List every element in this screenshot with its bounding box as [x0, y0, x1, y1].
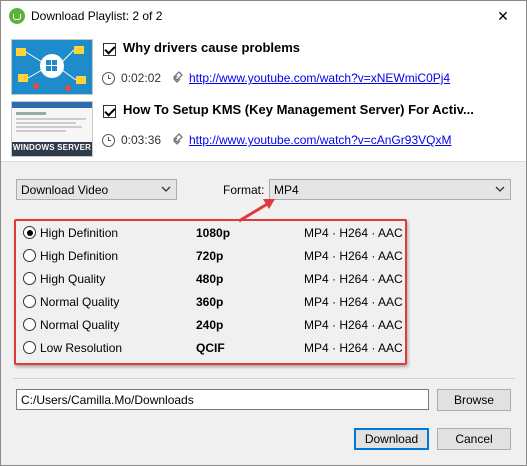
quality-format: MP4 · H264 · AAC	[304, 249, 403, 263]
quality-option[interactable]: High Definition 1080p MP4 · H264 · AAC	[23, 223, 403, 243]
quality-option[interactable]: High Definition 720p MP4 · H264 · AAC	[23, 246, 403, 266]
quality-format: MP4 · H264 · AAC	[304, 318, 403, 332]
window-title: Download Playlist: 2 of 2	[31, 9, 163, 23]
video-duration: 0:02:02	[121, 71, 162, 85]
video-title: Why drivers cause problems	[123, 40, 301, 55]
clock-icon	[102, 134, 115, 147]
download-button[interactable]: Download	[354, 428, 429, 450]
quality-format: MP4 · H264 · AAC	[304, 272, 403, 286]
clock-icon	[102, 72, 115, 85]
chevron-down-icon	[495, 186, 505, 192]
quality-option[interactable]: Normal Quality 360p MP4 · H264 · AAC	[23, 292, 403, 312]
video-thumbnail	[11, 39, 93, 95]
quality-option[interactable]: Low Resolution QCIF MP4 · H264 · AAC	[23, 338, 403, 358]
app-icon	[9, 8, 25, 24]
video-thumbnail: WINDOWS SERVER	[11, 101, 93, 157]
thumbnail-label: WINDOWS SERVER	[12, 143, 92, 152]
quality-resolution: QCIF	[196, 341, 225, 355]
link-icon	[171, 70, 185, 86]
quality-option[interactable]: High Quality 480p MP4 · H264 · AAC	[23, 269, 403, 289]
close-button[interactable]: ✕	[480, 1, 526, 31]
title-bar: Download Playlist: 2 of 2 ✕	[1, 1, 526, 31]
quality-radio[interactable]	[23, 226, 36, 239]
quality-name: High Definition	[40, 249, 119, 263]
chevron-down-icon	[161, 186, 171, 192]
quality-format: MP4 · H264 · AAC	[304, 226, 403, 240]
quality-name: Normal Quality	[40, 318, 120, 332]
video-duration: 0:03:36	[121, 133, 162, 147]
quality-resolution: 720p	[196, 249, 224, 263]
playlist-item: WINDOWS SERVER How To Setup KMS (Key Man…	[11, 101, 521, 159]
cancel-button[interactable]: Cancel	[437, 428, 511, 450]
download-mode-select[interactable]: Download Video	[16, 179, 177, 200]
quality-radio[interactable]	[23, 341, 36, 354]
download-playlist-dialog: Download Playlist: 2 of 2 ✕ Why drivers …	[0, 0, 527, 466]
video-title: How To Setup KMS (Key Management Server)…	[123, 102, 474, 117]
quality-radio[interactable]	[23, 249, 36, 262]
quality-format: MP4 · H264 · AAC	[304, 295, 403, 309]
playlist-items: Why drivers cause problems 0:02:02 http:…	[1, 31, 526, 162]
quality-resolution: 480p	[196, 272, 224, 286]
quality-radio[interactable]	[23, 272, 36, 285]
link-icon	[171, 132, 185, 148]
quality-resolution: 360p	[196, 295, 224, 309]
quality-name: High Quality	[40, 272, 106, 286]
quality-radio[interactable]	[23, 318, 36, 331]
divider	[13, 378, 515, 379]
format-select[interactable]: MP4	[269, 179, 511, 200]
quality-format: MP4 · H264 · AAC	[304, 341, 403, 355]
quality-name: High Definition	[40, 226, 119, 240]
browse-button[interactable]: Browse	[437, 389, 511, 411]
video-checkbox[interactable]	[103, 43, 116, 56]
quality-option[interactable]: Normal Quality 240p MP4 · H264 · AAC	[23, 315, 403, 335]
quality-resolution: 1080p	[196, 226, 231, 240]
video-url-link[interactable]: http://www.youtube.com/watch?v=cAnGr93VQ…	[189, 133, 451, 147]
video-checkbox[interactable]	[103, 105, 116, 118]
quality-resolution: 240p	[196, 318, 224, 332]
quality-name: Normal Quality	[40, 295, 120, 309]
video-url-link[interactable]: http://www.youtube.com/watch?v=xNEWmiC0P…	[189, 71, 450, 85]
playlist-item: Why drivers cause problems 0:02:02 http:…	[11, 39, 521, 97]
quality-radio[interactable]	[23, 295, 36, 308]
download-mode-value: Download Video	[21, 182, 109, 197]
download-path-input[interactable]	[16, 389, 429, 410]
quality-name: Low Resolution	[40, 341, 123, 355]
